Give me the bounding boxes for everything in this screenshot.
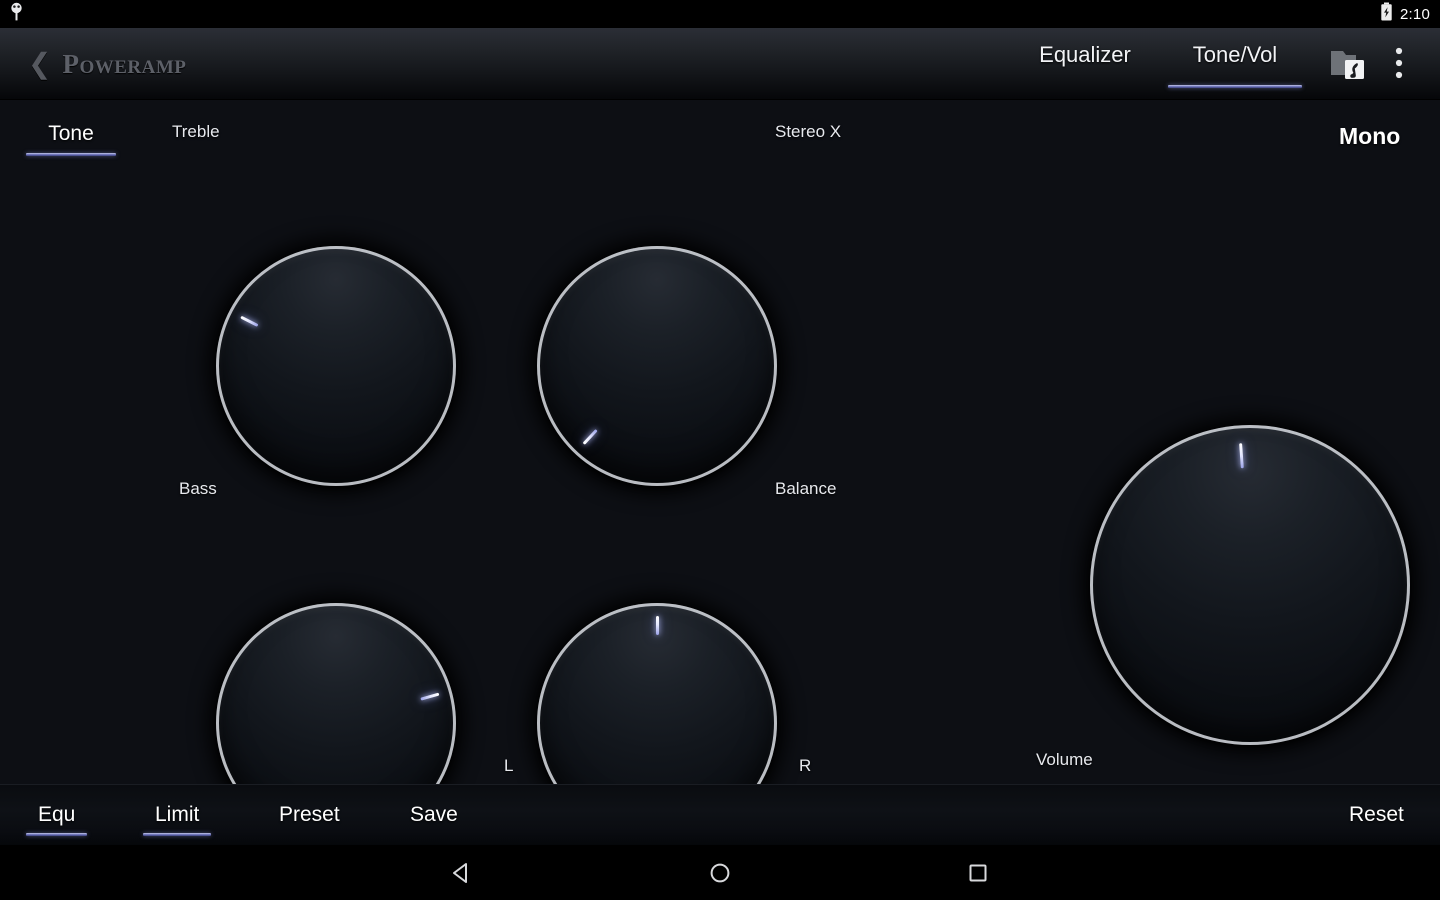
toolbar-preset-button[interactable]: Preset — [279, 803, 340, 827]
header-actions — [1326, 38, 1422, 90]
knob-treble[interactable] — [216, 246, 456, 486]
knob-volume[interactable] — [1090, 425, 1410, 745]
nav-recents-icon[interactable] — [949, 850, 1007, 896]
knob-bass-indicator — [420, 692, 439, 700]
status-bar-right: 2:10 — [1380, 2, 1430, 26]
tab-tone-vol[interactable]: Tone/Vol — [1160, 28, 1310, 100]
app-title: Poweramp — [62, 49, 186, 80]
nav-back-icon[interactable] — [433, 850, 491, 896]
toolbar-save-button[interactable]: Save — [410, 803, 458, 827]
header-tabs: Equalizer Tone/Vol — [1010, 28, 1310, 100]
back-chevron-icon[interactable]: ❮ — [28, 50, 51, 78]
battery-charging-icon — [1380, 2, 1393, 26]
toolbar-limit-label: Limit — [155, 803, 199, 826]
folder-music-icon[interactable] — [1326, 38, 1372, 90]
toolbar-save-label: Save — [410, 803, 458, 826]
toolbar-limit-button[interactable]: Limit — [155, 803, 199, 827]
status-bar-left — [10, 2, 23, 26]
subtab-tone-label: Tone — [26, 122, 116, 146]
bottom-toolbar: Equ Limit Preset Save Reset — [0, 784, 1440, 845]
knob-volume-indicator — [1239, 443, 1244, 469]
knob-label-treble: Treble — [172, 122, 220, 142]
tab-equalizer[interactable]: Equalizer — [1010, 28, 1160, 100]
toolbar-equ-button[interactable]: Equ — [38, 803, 75, 827]
tone-vol-panel: Tone Treble Stereo X Mono Bass Balance V… — [0, 100, 1440, 784]
nav-home-icon[interactable] — [691, 850, 749, 896]
app-screen: 2:10 ❮ Poweramp Equalizer Tone/Vol — [0, 0, 1440, 900]
tab-tone-vol-label: Tone/Vol — [1193, 42, 1277, 68]
toolbar-limit-underline — [143, 833, 211, 836]
balance-scale-left: L — [504, 756, 513, 776]
android-nav-bar — [0, 845, 1440, 900]
android-status-bar: 2:10 — [0, 0, 1440, 28]
knob-label-balance: Balance — [775, 479, 836, 499]
knob-label-volume: Volume — [1036, 750, 1093, 770]
knob-stereo-x-indicator — [583, 429, 598, 445]
brand-home-button[interactable]: ❮ Poweramp — [28, 49, 186, 80]
overflow-menu-icon[interactable] — [1376, 38, 1422, 90]
knob-treble-indicator — [240, 316, 258, 327]
toolbar-reset-button[interactable]: Reset — [1349, 803, 1404, 827]
tab-equalizer-label: Equalizer — [1039, 42, 1131, 68]
toolbar-reset-label: Reset — [1349, 803, 1404, 826]
status-bar-clock: 2:10 — [1400, 6, 1430, 23]
toolbar-equ-underline — [26, 833, 87, 836]
subtab-tone[interactable]: Tone — [26, 122, 116, 156]
mono-toggle[interactable]: Mono — [1339, 123, 1400, 150]
subtab-tone-underline — [26, 153, 116, 156]
knob-balance-indicator — [656, 616, 659, 635]
app-header: ❮ Poweramp Equalizer Tone/Vol — [0, 28, 1440, 100]
balance-scale-right: R — [799, 756, 811, 776]
knob-stereo-x[interactable] — [537, 246, 777, 486]
knob-label-bass: Bass — [179, 479, 217, 499]
knob-label-stereo-x: Stereo X — [775, 122, 841, 142]
toolbar-preset-label: Preset — [279, 803, 340, 826]
toolbar-equ-label: Equ — [38, 803, 75, 826]
usb-debug-icon — [10, 2, 23, 26]
